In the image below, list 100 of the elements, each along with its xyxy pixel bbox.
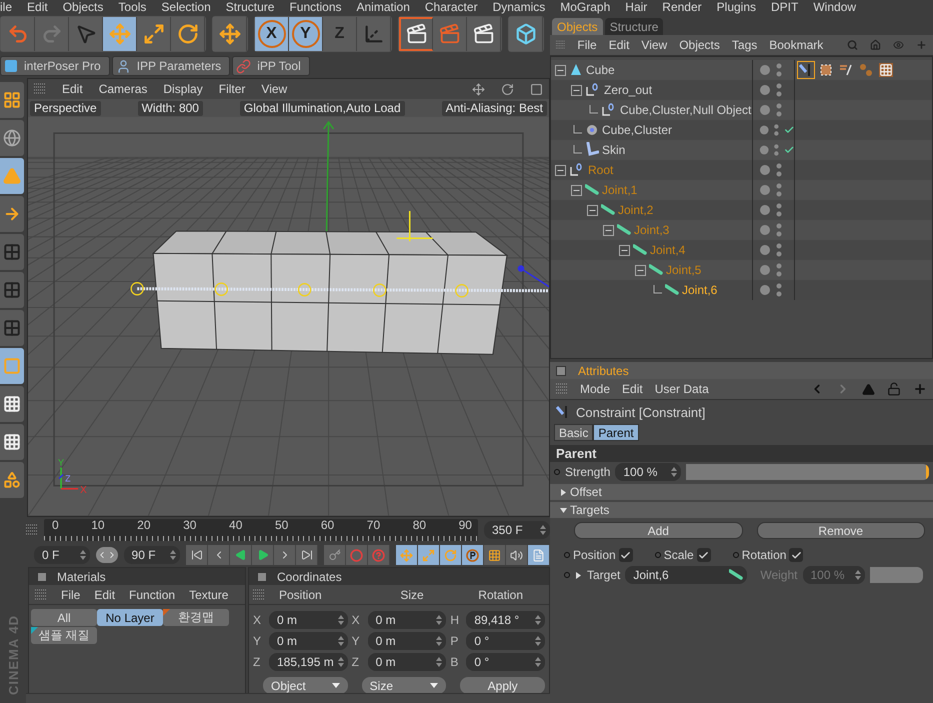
value-field[interactable]: 0 m <box>269 632 348 650</box>
check-icon[interactable] <box>784 124 794 136</box>
animation-dot-icon[interactable] <box>732 552 739 558</box>
animation-dot-icon[interactable] <box>564 552 570 558</box>
checkbox[interactable] <box>618 548 633 562</box>
attribute-tab[interactable]: Parent <box>593 424 639 441</box>
disclosure-icon[interactable] <box>575 572 582 578</box>
mode-button[interactable] <box>0 386 24 422</box>
menu-item[interactable]: Window <box>813 0 856 14</box>
transport-button[interactable] <box>296 545 318 565</box>
key-filter-button[interactable] <box>528 545 550 565</box>
expander-icon[interactable] <box>603 224 614 236</box>
spinner-icon[interactable] <box>534 636 541 646</box>
plugin-tab[interactable]: iPP Tool <box>232 56 310 76</box>
value-field[interactable]: 0 ° <box>466 632 545 650</box>
animation-dot-icon[interactable] <box>554 469 560 475</box>
menu-item[interactable]: Selection <box>161 0 211 14</box>
layer-tab[interactable]: All <box>31 609 97 626</box>
key-filter-button[interactable] <box>484 545 506 565</box>
up-icon[interactable] <box>862 382 875 396</box>
pan-icon[interactable] <box>472 82 485 96</box>
record-button[interactable] <box>324 545 346 565</box>
menu-item[interactable]: Plugins <box>716 0 756 14</box>
dropdown[interactable]: Size <box>362 677 446 694</box>
new-panel-icon[interactable] <box>913 382 927 396</box>
menu-item[interactable]: Cameras <box>98 82 148 96</box>
value-field[interactable]: 89,418 ° <box>466 611 545 629</box>
check-icon[interactable] <box>784 144 794 156</box>
spinner-icon[interactable] <box>671 467 678 477</box>
spinner-icon[interactable] <box>540 525 546 535</box>
panel-toggle-icon[interactable] <box>37 572 47 582</box>
frame-field[interactable]: 90 F <box>124 546 180 564</box>
range-toggle[interactable] <box>96 547 118 563</box>
mode-button[interactable] <box>0 234 24 270</box>
record-button[interactable] <box>346 545 368 565</box>
menu-item[interactable]: ile <box>0 0 12 14</box>
key-filter-button[interactable] <box>418 545 440 565</box>
value-field[interactable]: 0 m <box>368 653 446 671</box>
menu-item[interactable]: Filter <box>218 82 246 96</box>
dropdown[interactable]: Object <box>263 677 348 694</box>
menu-item[interactable]: View <box>641 38 668 52</box>
spinner-icon[interactable] <box>436 636 442 646</box>
animation-dot-icon[interactable] <box>654 552 661 558</box>
menu-item[interactable]: Edit <box>608 38 630 52</box>
menu-item[interactable]: View <box>261 82 288 96</box>
menu-item[interactable]: Edit <box>622 382 643 396</box>
menu-item[interactable]: File <box>61 588 80 602</box>
attribute-tab[interactable]: Basic <box>554 424 594 441</box>
menu-item[interactable]: DPIT <box>771 0 798 14</box>
panel-toggle-icon[interactable] <box>556 366 566 376</box>
menu-item[interactable]: File <box>577 38 597 52</box>
link-field[interactable]: Joint,6 <box>625 566 748 584</box>
new-panel-icon[interactable] <box>916 38 928 52</box>
constraint-tag-icon[interactable] <box>799 63 813 77</box>
menu-item[interactable]: MoGraph <box>560 0 610 14</box>
orbit-icon[interactable] <box>501 82 514 96</box>
menu-item[interactable]: Mode <box>580 382 610 396</box>
plugin-tab[interactable]: IPP Parameters <box>112 56 230 76</box>
menu-item[interactable]: Bookmark <box>769 38 824 52</box>
transport-button[interactable] <box>186 545 208 565</box>
apply-button[interactable]: Apply <box>460 677 545 694</box>
value-field[interactable]: 100 % <box>615 463 682 481</box>
expander-icon[interactable] <box>555 64 566 76</box>
maximize-icon[interactable] <box>530 82 543 96</box>
menu-item[interactable]: Hair <box>625 0 648 14</box>
object-name[interactable]: Cube,Cluster <box>602 123 672 137</box>
object-name[interactable]: Skin <box>602 143 626 157</box>
value-field[interactable]: 185,195 m <box>269 653 348 671</box>
mode-button[interactable] <box>0 462 24 498</box>
menu-item[interactable]: Functions <box>289 0 342 14</box>
value-field[interactable]: 0 m <box>368 632 446 650</box>
value-field[interactable]: 0 m <box>269 611 348 629</box>
panel-tab[interactable]: Structure <box>604 18 664 35</box>
record-button[interactable] <box>368 545 390 565</box>
checkbox[interactable] <box>789 548 804 562</box>
tool-button[interactable] <box>171 17 205 51</box>
axis-toggle-button[interactable]: X <box>255 17 289 51</box>
spinner-icon[interactable] <box>338 657 344 667</box>
menu-item[interactable]: Edit <box>94 588 116 602</box>
menu-item[interactable]: Edit <box>27 0 48 14</box>
spinner-icon[interactable] <box>534 657 541 667</box>
spinner-icon[interactable] <box>534 615 541 625</box>
menu-item[interactable]: Dynamics <box>492 0 546 14</box>
transport-button[interactable] <box>208 545 230 565</box>
menu-item[interactable]: Character <box>424 0 478 14</box>
menu-item[interactable]: Tags <box>732 38 758 52</box>
spinner-icon[interactable] <box>80 550 86 560</box>
constraint-tag-icon[interactable] <box>556 405 570 419</box>
key-filter-button[interactable] <box>462 545 484 565</box>
mode-button[interactable] <box>0 196 24 232</box>
menu-item[interactable]: Tools <box>118 0 146 14</box>
object-name[interactable]: Joint,6 <box>682 283 718 297</box>
menu-item[interactable]: Function <box>129 588 176 602</box>
mode-button[interactable] <box>0 120 24 156</box>
expander-icon[interactable] <box>555 164 566 176</box>
spheres-tag-icon[interactable] <box>859 63 873 77</box>
frame-field[interactable]: 350 F <box>484 521 550 539</box>
menu-item[interactable]: Display <box>163 82 203 96</box>
expander-icon[interactable] <box>571 84 582 96</box>
mode-button[interactable] <box>0 272 24 308</box>
